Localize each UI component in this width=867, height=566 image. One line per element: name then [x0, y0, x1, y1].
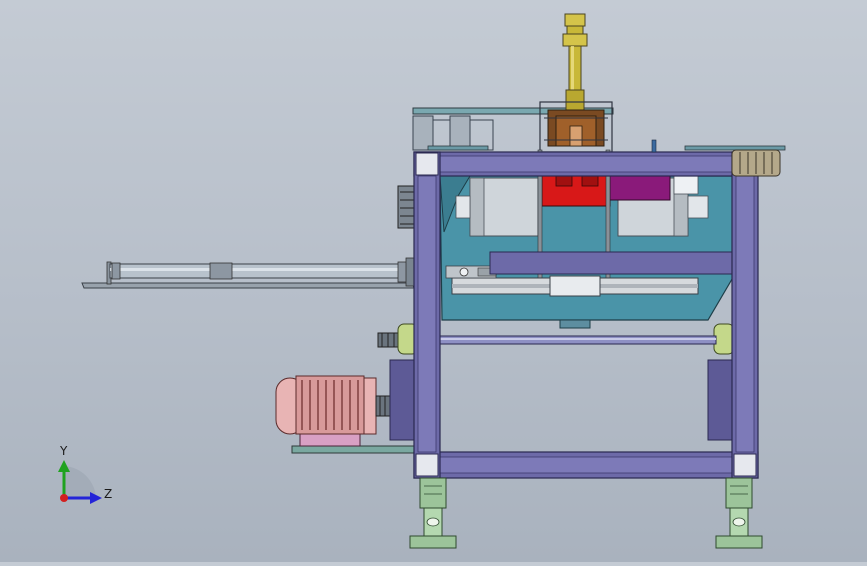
lower-supports	[389, 359, 735, 441]
y-axis-label: Y	[59, 444, 68, 458]
red-clamp-block	[541, 173, 611, 207]
guide-frame	[539, 101, 613, 153]
origin-icon	[60, 494, 68, 502]
cad-viewport[interactable]: Y Z	[0, 0, 867, 562]
left-foot	[409, 477, 457, 549]
magenta-block	[609, 175, 671, 201]
axis-triad: Y Z	[58, 444, 112, 504]
z-axis-label: Z	[104, 487, 112, 501]
upper-pulley	[397, 185, 417, 229]
hydraulic-cylinder	[562, 13, 588, 111]
z-axis-arrow-icon	[90, 492, 102, 504]
y-axis-arrow-icon	[58, 460, 70, 472]
right-foot	[715, 477, 763, 549]
left-shaft-assembly	[81, 257, 415, 289]
